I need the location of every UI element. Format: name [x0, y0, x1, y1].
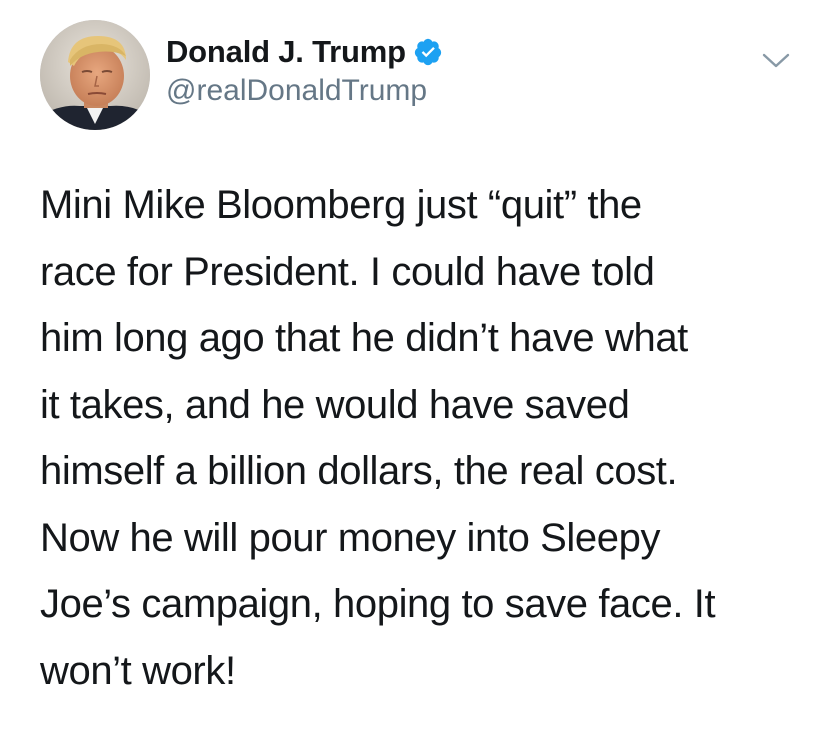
chevron-down-icon[interactable]: [760, 48, 792, 72]
verified-badge-icon: [414, 38, 441, 66]
tweet-text-line: him long ago that he didn’t have what: [40, 316, 688, 360]
tweet-text-line: it takes, and he would have saved: [40, 382, 630, 427]
author-block: Donald J. Trump @realDonaldTrump: [166, 32, 443, 108]
tweet-text: Mini Mike Bloomberg just “quit” the race…: [40, 172, 800, 704]
display-name[interactable]: Donald J. Trump: [166, 34, 406, 70]
tweet-text-line: himself a billion dollars, the real cost…: [40, 449, 678, 493]
tweet-header: Donald J. Trump @realDonaldTrump: [40, 20, 800, 130]
name-row: Donald J. Trump: [166, 32, 443, 72]
avatar[interactable]: [40, 20, 150, 130]
avatar-photo: [40, 20, 150, 130]
tweet-text-line: Mini Mike Bloomberg just “quit” the: [40, 183, 642, 227]
tweet-card: Donald J. Trump @realDonaldTrump Mini Mi…: [0, 0, 828, 741]
tweet-text-line: race for President. I could have told: [40, 249, 655, 294]
tweet-text-line: won’t work!: [40, 648, 236, 693]
tweet-text-line: Now he will pour money into Sleepy: [40, 515, 661, 560]
author-handle[interactable]: @realDonaldTrump: [166, 74, 443, 108]
tweet-text-line: Joe’s campaign, hoping to save face. It: [40, 582, 716, 626]
